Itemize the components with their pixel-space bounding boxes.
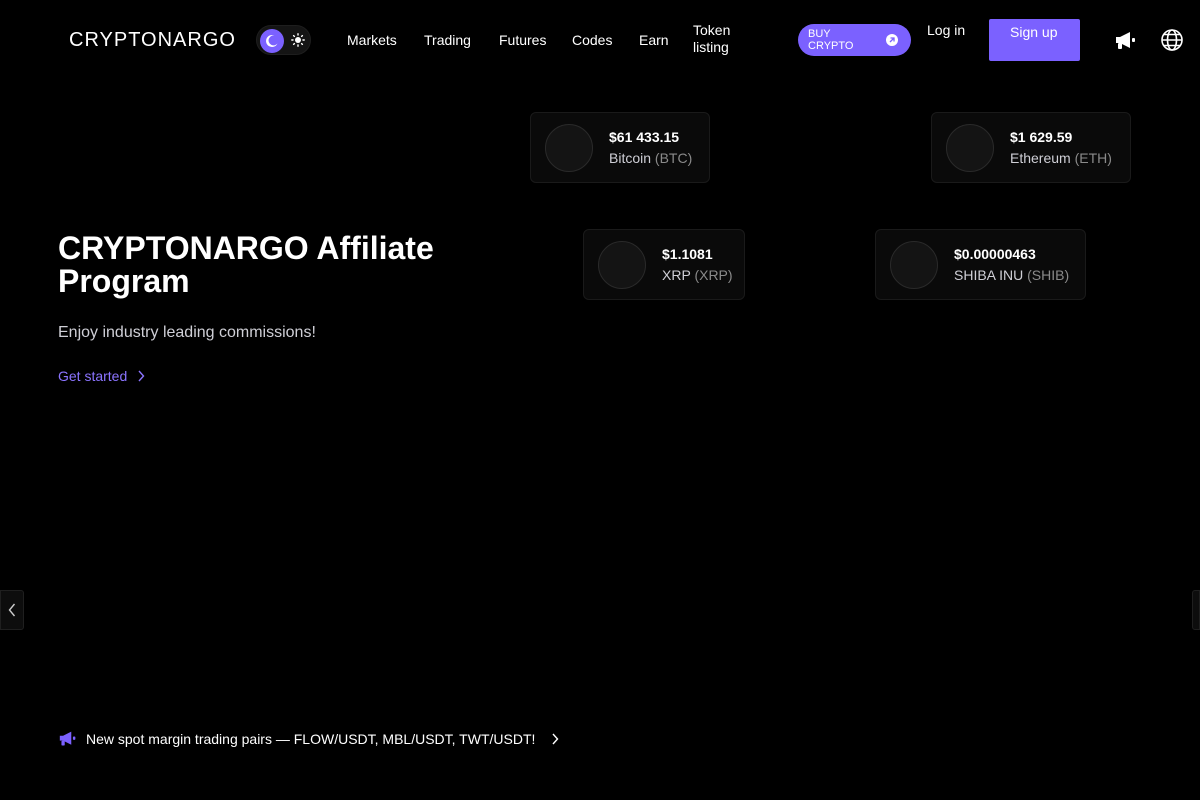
moon-icon[interactable]: [260, 29, 284, 53]
coin-name: SHIBA INU (SHIB): [954, 267, 1070, 283]
hero-subtitle: Enjoy industry leading commissions!: [58, 324, 316, 341]
theme-toggle[interactable]: [256, 25, 311, 55]
nav-codes[interactable]: Codes: [572, 32, 612, 49]
nav-earn[interactable]: Earn: [639, 32, 669, 49]
chevron-right-icon: [138, 370, 145, 382]
megaphone-icon[interactable]: [1114, 28, 1138, 52]
hero-title: CRYPTONARGO Affiliate Program: [58, 230, 434, 299]
login-link[interactable]: Log in: [927, 22, 967, 39]
coin-icon: [946, 124, 994, 172]
megaphone-icon: [59, 731, 76, 746]
announcement-bar[interactable]: New spot margin trading pairs — FLOW/USD…: [58, 730, 559, 748]
nav-trading[interactable]: Trading: [424, 32, 471, 49]
signup-label: Sign up: [1010, 24, 1058, 40]
get-started-link[interactable]: Get started: [58, 368, 145, 384]
sun-icon[interactable]: [290, 32, 306, 48]
coin-name: Ethereum (ETH): [1010, 150, 1112, 166]
chevron-right-icon: [552, 733, 559, 745]
slider-prev-button[interactable]: [0, 590, 24, 630]
nav-token-listing[interactable]: Token listing: [693, 22, 748, 56]
announcement-text: New spot margin trading pairs — FLOW/USD…: [86, 731, 536, 747]
slider-next-button[interactable]: [1192, 590, 1200, 630]
globe-icon[interactable]: [1160, 28, 1184, 52]
coin-card-btc[interactable]: $61 433.15 Bitcoin (BTC): [530, 112, 710, 183]
nav-markets[interactable]: Markets: [347, 32, 397, 49]
buy-crypto-label: BUY CRYPTO: [808, 28, 854, 52]
coin-name: Bitcoin (BTC): [609, 150, 693, 166]
coin-name: XRP (XRP): [662, 267, 733, 283]
coin-price: $0.00000463: [954, 246, 1036, 262]
coin-price: $61 433.15: [609, 129, 680, 145]
chevron-left-icon: [8, 603, 16, 617]
coin-card-eth[interactable]: $1 629.59 Ethereum (ETH): [931, 112, 1131, 183]
buy-crypto-icon: [886, 34, 898, 46]
coin-card-xrp[interactable]: $1.1081 XRP (XRP): [583, 229, 745, 300]
coin-price: $1.1081: [662, 246, 713, 262]
coin-icon: [890, 241, 938, 289]
logo[interactable]: CRYPTONARGO: [69, 29, 236, 52]
signup-button[interactable]: Sign up: [989, 19, 1080, 61]
coin-icon: [598, 241, 646, 289]
get-started-label: Get started: [58, 368, 128, 384]
coin-price: $1 629.59: [1010, 129, 1073, 145]
coin-icon: [545, 124, 593, 172]
buy-crypto-button[interactable]: BUY CRYPTO: [798, 24, 911, 56]
coin-card-shib[interactable]: $0.00000463 SHIBA INU (SHIB): [875, 229, 1086, 300]
site-header: CRYPTONARGO Markets Trading Futures Code…: [0, 0, 1200, 80]
nav-futures[interactable]: Futures: [499, 32, 546, 49]
